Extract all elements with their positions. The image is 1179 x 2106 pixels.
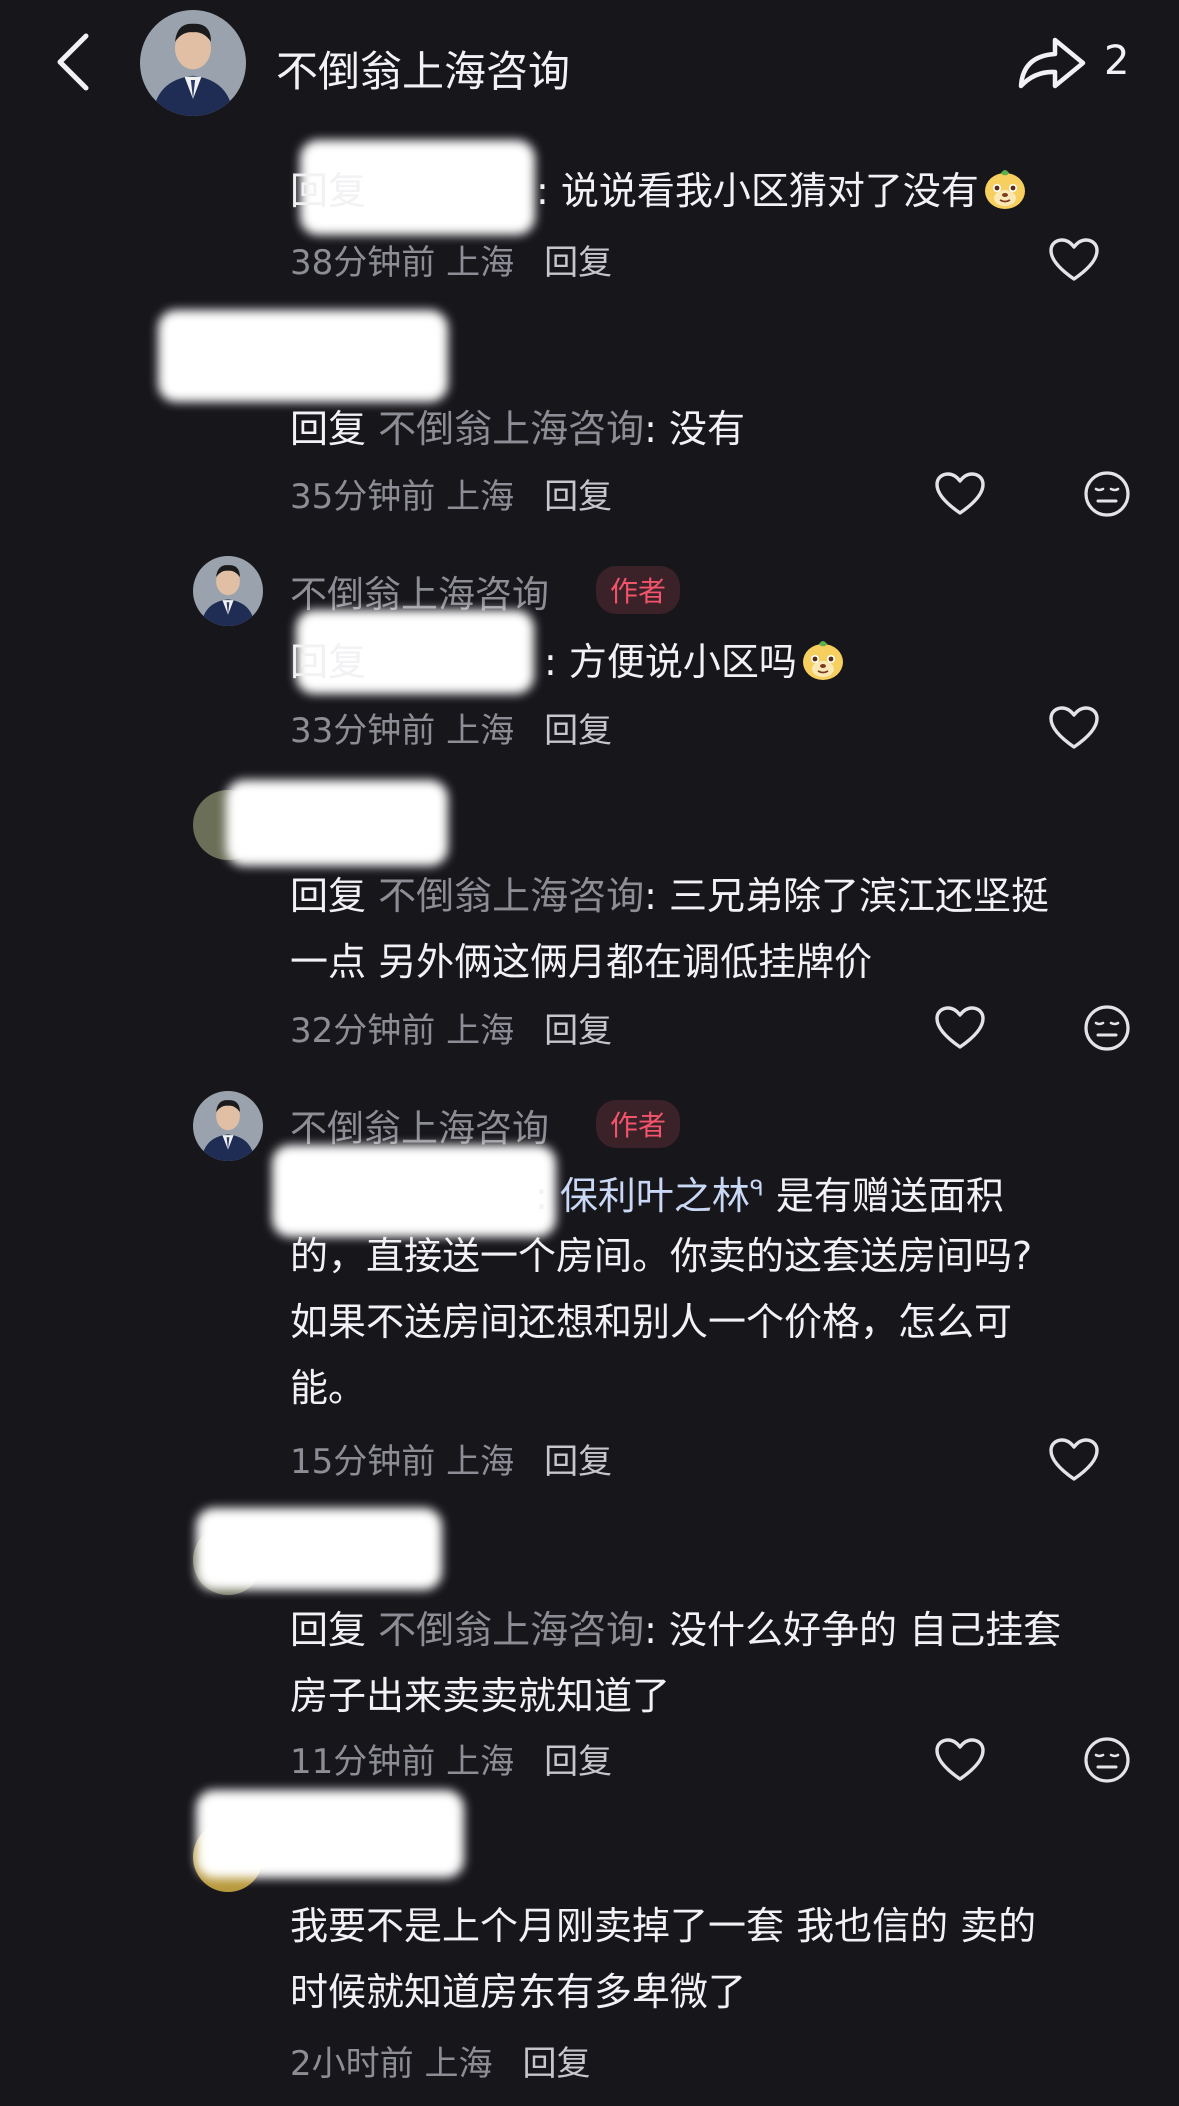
heart-icon[interactable] <box>1048 705 1100 751</box>
comment-text: 回复: 说说看我小区猜对了没有 <box>290 160 1029 215</box>
heart-icon[interactable] <box>1048 1437 1100 1483</box>
comment-text-continued: 的，直接送一个房间。你卖的这套送房间吗? 如果不送房间还想和别人一个价格，怎么可… <box>290 1234 1033 1410</box>
reply-button[interactable]: 回复 <box>544 243 612 283</box>
heart-icon[interactable] <box>934 1737 986 1783</box>
location-link[interactable]: 保利叶之林 <box>560 1174 750 1218</box>
author-badge: 作者 <box>596 566 681 614</box>
reply-button[interactable]: 回复 <box>544 1011 612 1051</box>
comment-text: 回复 不倒翁上海咨询: 没有 <box>290 407 746 451</box>
page-title[interactable]: 不倒翁上海咨询 <box>276 38 570 99</box>
comment-text-continued: 时候就知道房东有多卑微了 <box>290 1970 747 2014</box>
comment-text: 我要不是上个月刚卖掉了一套 我也信的 卖的 <box>290 1904 1037 1948</box>
comment-text: 回复 不倒翁上海咨询: 没什么好争的 自己挂套 <box>290 1608 1062 1652</box>
dog-emoji-icon <box>799 635 847 683</box>
avatar[interactable] <box>193 556 263 626</box>
reply-button[interactable]: 回复 <box>544 477 612 517</box>
comment-text: : 保利叶之林ᑫ 是有赠送面积 <box>535 1174 1004 1218</box>
top-bar: 不倒翁上海咨询 2 <box>0 0 1179 130</box>
reply-button[interactable]: 回复 <box>522 2044 590 2084</box>
comment-meta: 15分钟前 上海 回复 <box>290 1442 613 1482</box>
back-arrow-icon[interactable] <box>50 30 100 94</box>
neutral-face-icon[interactable] <box>1083 1004 1131 1052</box>
dog-emoji-icon <box>981 164 1029 212</box>
comment-meta: 2小时前 上海 回复 <box>290 2044 591 2084</box>
share-icon[interactable] <box>1015 30 1089 94</box>
comment-meta: 33分钟前 上海 回复 <box>290 711 613 751</box>
heart-icon[interactable] <box>934 1005 986 1051</box>
redacted-username <box>226 780 448 866</box>
neutral-face-icon[interactable] <box>1083 470 1131 518</box>
comment-meta: 32分钟前 上海 回复 <box>290 1011 613 1051</box>
comment-meta: 38分钟前 上海 回复 <box>290 243 613 283</box>
redacted-username <box>196 1790 464 1878</box>
search-icon: ᑫ <box>749 1176 764 1202</box>
comment-text: 回复: 方便说小区吗 <box>290 631 847 686</box>
comment-text: 回复 不倒翁上海咨询: 三兄弟除了滨江还坚挺 <box>290 874 1050 918</box>
author-avatar[interactable] <box>140 10 246 116</box>
heart-icon[interactable] <box>934 471 986 517</box>
comment-text-continued: 一点 另外俩这俩月都在调低挂牌价 <box>290 940 873 984</box>
heart-icon[interactable] <box>1048 237 1100 283</box>
redacted-username <box>158 310 448 402</box>
comment-meta: 11分钟前 上海 回复 <box>290 1742 613 1782</box>
reply-button[interactable]: 回复 <box>544 711 612 751</box>
redacted-username <box>196 1508 442 1590</box>
author-badge: 作者 <box>596 1100 681 1148</box>
neutral-face-icon[interactable] <box>1083 1736 1131 1784</box>
share-count: 2 <box>1104 38 1130 84</box>
comment-text-continued: 房子出来卖卖就知道了 <box>290 1674 671 1718</box>
reply-button[interactable]: 回复 <box>544 1442 612 1482</box>
comment-username[interactable]: 不倒翁上海咨询 <box>290 1098 549 1152</box>
comment-meta: 35分钟前 上海 回复 <box>290 477 613 517</box>
reply-button[interactable]: 回复 <box>544 1742 612 1782</box>
avatar[interactable] <box>193 1091 263 1161</box>
